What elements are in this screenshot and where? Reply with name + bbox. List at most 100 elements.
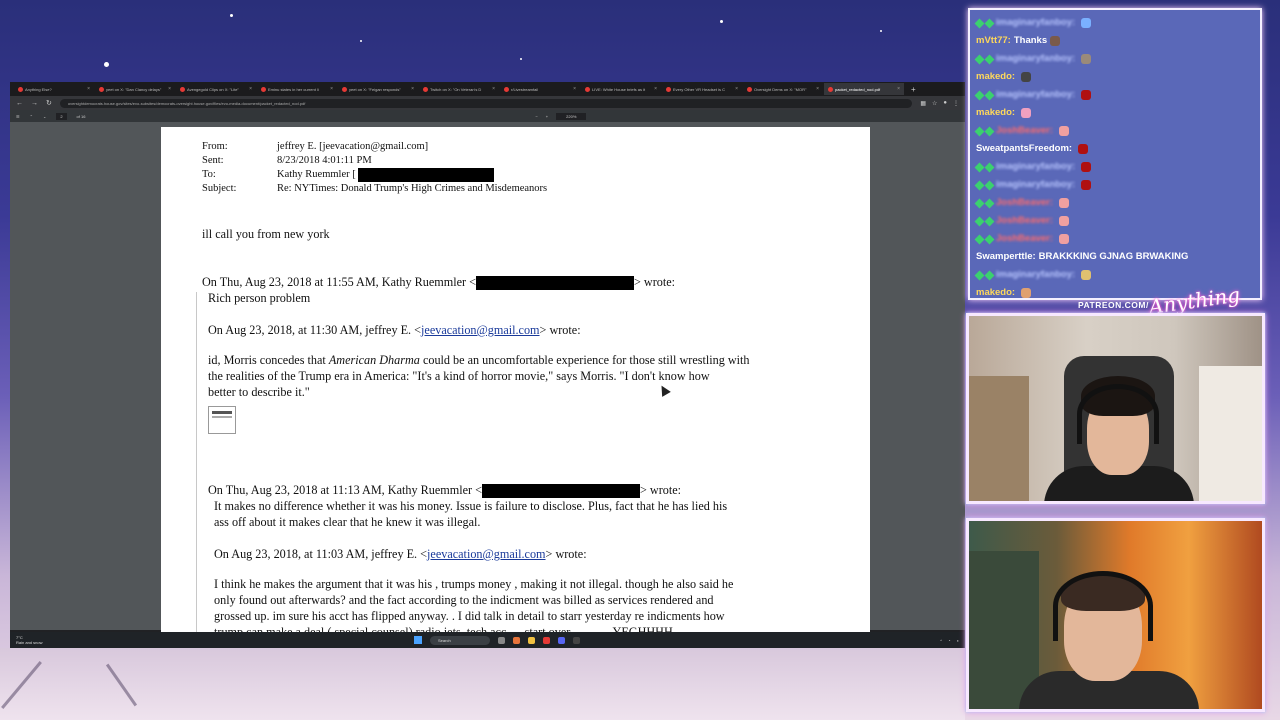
tab-favicon-icon	[747, 86, 752, 92]
chrome-icon[interactable]	[543, 636, 550, 644]
email-link[interactable]: jeevacation@gmail.com	[421, 323, 540, 337]
chat-emote-icon	[1078, 144, 1089, 154]
chat-message: SweatpantsFreedom:	[976, 140, 1254, 158]
browser-tab[interactable]: r/Livestreamfail ×	[500, 83, 580, 95]
tab-close-icon[interactable]: ×	[816, 86, 819, 92]
chat-emote-icon	[1081, 270, 1092, 280]
subscriber-badge-icon	[974, 270, 985, 280]
browser-tab[interactable]: Eminu states in her current li ×	[257, 83, 337, 95]
taskview-icon[interactable]	[498, 636, 505, 644]
tab-close-icon[interactable]: ×	[249, 86, 252, 92]
tab-favicon-icon	[180, 86, 185, 92]
chat-username[interactable]: makedo:	[976, 284, 1015, 298]
network-icon[interactable]: ◔	[948, 638, 950, 643]
pdf-viewer[interactable]: From: jeffrey E. [jeevacation@gmail.com] …	[10, 122, 965, 635]
chat-username[interactable]: SweatpantsFreedom:	[976, 140, 1072, 158]
chat-text: BRAKKKING GJNAG BRWAKING	[1038, 251, 1189, 262]
obs-icon[interactable]	[573, 636, 580, 644]
chat-username[interactable]: imaginaryfanboy:	[996, 50, 1075, 68]
dresser	[1199, 366, 1262, 501]
address-bar[interactable]: oversightdemocrats.house.gov/sites/evo-s…	[59, 98, 913, 108]
chat-username[interactable]: JoshBeaver:	[996, 212, 1053, 230]
reply-text: better to describe it."	[208, 385, 310, 399]
tab-label: packet_redacted_nod.pdf	[835, 86, 881, 92]
browser-tab[interactable]: Anything Else? ×	[14, 83, 94, 95]
discord-icon[interactable]	[558, 636, 565, 644]
background-star	[720, 20, 723, 23]
browser-tab[interactable]: Oversight Dems on X: "MOR" ×	[743, 83, 823, 95]
chat-username[interactable]: JoshBeaver:	[996, 194, 1053, 212]
volume-icon[interactable]: ◖	[957, 638, 959, 643]
tab-close-icon[interactable]: ×	[87, 86, 90, 92]
background-star	[360, 40, 362, 42]
file-explorer-icon[interactable]	[528, 636, 535, 644]
reply-header: On Aug 23, 2018, at 11:30 AM, jeffrey E.…	[208, 323, 581, 337]
chat-emote-icon	[1081, 162, 1092, 172]
new-tab-button[interactable]: +	[911, 85, 916, 94]
zoom-level[interactable]: 220%	[556, 112, 587, 120]
tab-close-icon[interactable]: ×	[897, 86, 900, 92]
browser-icon[interactable]	[513, 636, 520, 644]
tab-close-icon[interactable]: ×	[411, 86, 414, 92]
tab-label: yeet on X: "Feigan responds"	[349, 86, 401, 92]
chat-username[interactable]: makedo:	[976, 68, 1015, 86]
chat-username[interactable]: mVtt77:	[976, 32, 1011, 50]
chat-emote-icon	[1059, 234, 1070, 244]
profile-icon[interactable]: ●	[943, 100, 947, 107]
reply-text: Rich person problem	[208, 291, 311, 305]
browser-tab[interactable]: yeet on X: "Feigan responds" ×	[338, 83, 418, 95]
browser-tab[interactable]: Avengegold Clips on X: "Lite" ×	[176, 83, 256, 95]
chat-username[interactable]: imaginaryfanboy:	[996, 176, 1075, 194]
tab-close-icon[interactable]: ×	[330, 86, 333, 92]
chat-username[interactable]: imaginaryfanboy:	[996, 14, 1075, 32]
reload-icon[interactable]: ↻	[46, 99, 52, 107]
taskbar-search[interactable]: Search	[430, 635, 490, 645]
embedded-image-thumbnail[interactable]	[208, 406, 236, 434]
zoom-in-icon[interactable]: +	[546, 114, 548, 119]
page-down-icon[interactable]: ⌄	[43, 114, 46, 119]
webcam-streamer-2	[966, 518, 1265, 712]
start-menu-icon[interactable]	[414, 636, 422, 644]
chat-username[interactable]: JoshBeaver:	[996, 230, 1053, 248]
browser-tab[interactable]: yeet on X: "Dan Clancy delays" ×	[95, 83, 175, 95]
email-link[interactable]: jeevacation@gmail.com	[427, 547, 546, 561]
redaction-box	[475, 276, 634, 291]
tab-close-icon[interactable]: ×	[654, 86, 657, 92]
forward-icon[interactable]: →	[31, 100, 38, 107]
chat-username[interactable]: makedo:	[976, 104, 1015, 122]
tab-close-icon[interactable]: ×	[492, 86, 495, 92]
tab-favicon-icon	[261, 86, 266, 92]
menu-icon[interactable]: ⋮	[953, 100, 959, 107]
tray-chevron-icon[interactable]: ^	[940, 638, 942, 643]
zoom-out-icon[interactable]: −	[535, 114, 537, 119]
subscriber-badge-icon	[974, 18, 985, 28]
chat-username[interactable]: imaginaryfanboy:	[996, 158, 1075, 176]
tab-close-icon[interactable]: ×	[573, 86, 576, 92]
chat-emote-icon	[1059, 198, 1070, 208]
tab-close-icon[interactable]: ×	[735, 86, 738, 92]
reply-text: ass off about it makes clear that he kne…	[214, 515, 481, 529]
to-value: Kathy Ruemmler [	[277, 169, 356, 180]
tab-label: Eminu states in her current li	[268, 86, 319, 92]
bookmark-star-icon[interactable]: ☆	[932, 100, 937, 107]
tab-bar: Anything Else? × yeet on X: "Dan Clancy de…	[10, 82, 965, 96]
browser-tab[interactable]: Every Other VR Headset is C ×	[662, 83, 742, 95]
chat-username[interactable]: imaginaryfanboy:	[996, 86, 1075, 104]
chat-username[interactable]: imaginaryfanboy:	[996, 266, 1075, 284]
chat-username[interactable]: JoshBeaver:	[996, 122, 1053, 140]
browser-tab[interactable]: Twitch on X: "On Veteran's D ×	[419, 83, 499, 95]
page-up-icon[interactable]: ⌃	[30, 114, 33, 119]
page-number-input[interactable]: 2	[56, 112, 67, 120]
weather-widget[interactable]: 7°C Rain and snow	[16, 635, 42, 645]
headset	[1077, 384, 1159, 444]
tab-close-icon[interactable]: ×	[168, 86, 171, 92]
from-label: From:	[202, 141, 228, 152]
browser-tab[interactable]: LIVE: White House briefs as it ×	[581, 83, 661, 95]
pdf-toolbar: ☰ ⌃ ⌄ 2 of 16 − + 220%	[10, 110, 965, 122]
back-icon[interactable]: ←	[16, 100, 23, 107]
sidebar-toggle-icon[interactable]: ☰	[16, 114, 20, 119]
chat-username[interactable]: Swamperttle:	[976, 248, 1036, 266]
browser-tab[interactable]: packet_redacted_nod.pdf ×	[824, 83, 904, 95]
extensions-icon[interactable]: ▦	[920, 100, 926, 107]
mouse-cursor	[657, 383, 671, 397]
